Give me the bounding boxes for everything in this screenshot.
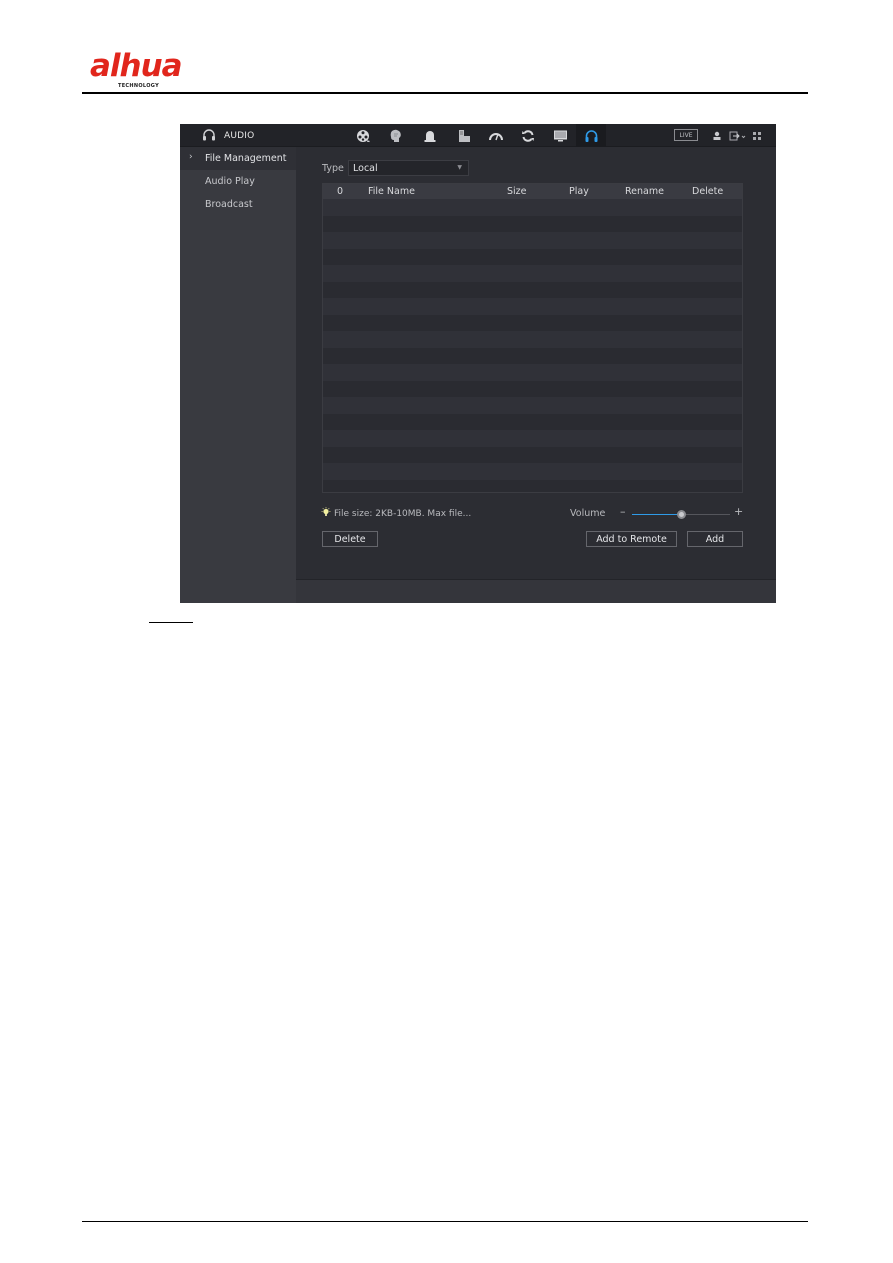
status-strip <box>296 579 776 603</box>
display-monitor-icon[interactable] <box>545 124 575 147</box>
alarm-bell-icon[interactable] <box>415 124 445 147</box>
operation-gauge-icon[interactable] <box>481 124 511 147</box>
table-row <box>323 479 742 492</box>
lightbulb-icon <box>321 507 331 520</box>
volume-decrease-button[interactable]: – <box>620 505 626 518</box>
audio-window: AUDIO LIVE › File Management Audio Play … <box>180 124 776 603</box>
table-row <box>323 463 742 480</box>
dahua-logo: alhua TECHNOLOGY <box>90 48 190 90</box>
column-header-rename: Rename <box>625 186 664 197</box>
type-label: Type <box>322 163 344 174</box>
sidebar: › File Management Audio Play Broadcast <box>180 147 296 603</box>
file-size-hint: File size: 2KB-10MB. Max file... <box>321 507 471 520</box>
table-row <box>323 430 742 447</box>
volume-increase-button[interactable]: + <box>734 505 743 518</box>
column-header-size: Size <box>507 186 527 197</box>
table-row <box>323 215 742 232</box>
table-row <box>323 314 742 331</box>
chevron-down-icon: ▼ <box>457 164 462 171</box>
table-header: 0 File Name Size Play Rename Delete <box>323 184 742 199</box>
table-row <box>323 248 742 265</box>
step-label-underline <box>149 622 193 623</box>
volume-label: Volume <box>570 508 606 519</box>
audio-headphones-icon[interactable] <box>576 124 606 147</box>
top-nav-bar: AUDIO LIVE <box>180 124 776 147</box>
live-view-button[interactable]: LIVE <box>674 129 698 141</box>
add-button[interactable]: Add <box>687 531 743 547</box>
table-body <box>323 199 742 492</box>
type-dropdown[interactable]: Local ▼ <box>348 160 469 176</box>
maintenance-refresh-icon[interactable] <box>513 124 543 147</box>
table-row <box>323 397 742 414</box>
type-dropdown-value: Local <box>353 162 378 174</box>
app-title: AUDIO <box>202 124 254 147</box>
table-row <box>323 331 742 348</box>
column-header-play: Play <box>569 186 589 197</box>
audio-file-table: 0 File Name Size Play Rename Delete <box>322 183 743 493</box>
headphones-icon <box>202 126 216 145</box>
table-row <box>323 298 742 315</box>
sidebar-item-file-management[interactable]: › File Management <box>180 147 296 170</box>
table-row <box>323 413 742 430</box>
table-row <box>323 380 742 397</box>
table-row <box>323 199 742 216</box>
sidebar-item-label: Broadcast <box>205 199 253 210</box>
table-row <box>323 232 742 249</box>
header-rule <box>82 92 808 94</box>
backup-storage-icon[interactable] <box>449 124 479 147</box>
column-header-file-name: File Name <box>368 186 415 197</box>
chevron-right-icon: › <box>189 152 193 162</box>
sidebar-item-audio-play[interactable]: Audio Play <box>180 170 296 193</box>
grid-layout-icon[interactable] <box>750 129 764 142</box>
volume-slider-fill <box>632 514 681 515</box>
file-size-hint-text: File size: 2KB-10MB. Max file... <box>334 508 472 519</box>
brand-wordmark: alhua <box>90 48 183 84</box>
footer-rule <box>82 1221 808 1222</box>
sidebar-item-broadcast[interactable]: Broadcast <box>180 193 296 216</box>
file-management-panel: Type Local ▼ 0 File Name Size Play Renam… <box>296 147 776 579</box>
sidebar-item-label: Audio Play <box>205 176 255 187</box>
add-to-remote-button[interactable]: Add to Remote <box>586 531 677 547</box>
volume-slider-handle[interactable] <box>676 510 686 519</box>
table-row <box>323 364 742 381</box>
table-row <box>323 347 742 364</box>
column-header-delete: Delete <box>692 186 724 197</box>
table-row <box>323 281 742 298</box>
playback-icon[interactable] <box>348 124 378 147</box>
logout-menu-icon[interactable] <box>728 129 748 142</box>
delete-button[interactable]: Delete <box>322 531 378 547</box>
table-row <box>323 446 742 463</box>
table-row <box>323 265 742 282</box>
ai-face-icon[interactable] <box>381 124 411 147</box>
brand-tagline: TECHNOLOGY <box>118 83 159 89</box>
user-icon[interactable] <box>710 129 724 142</box>
app-title-text: AUDIO <box>224 130 255 141</box>
sidebar-item-label: File Management <box>205 153 287 164</box>
column-header-index: 0 <box>337 186 344 197</box>
volume-slider[interactable] <box>632 510 730 519</box>
